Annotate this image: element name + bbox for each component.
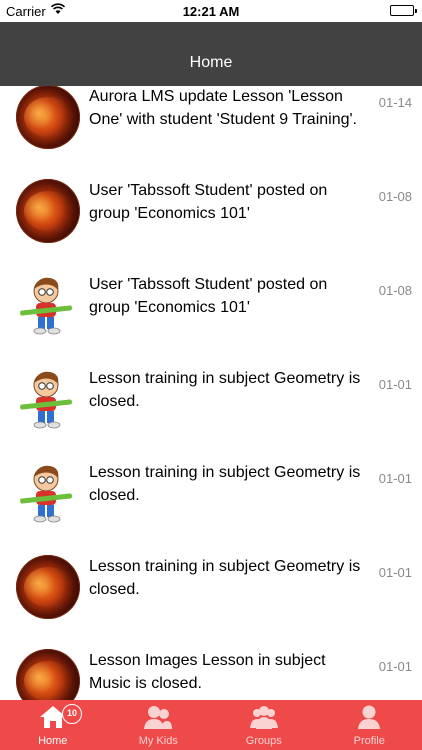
- feed-item-text: Lesson training in subject Geometry is c…: [89, 558, 361, 598]
- feed-item-date: 01-08: [378, 283, 412, 298]
- kid-avatar: [16, 461, 80, 525]
- tab-label: Home: [38, 735, 68, 747]
- tab-bar: 10 Home My Kids Groups Profile: [0, 700, 422, 750]
- tab-label: Profile: [353, 735, 385, 747]
- page-title: Home: [189, 54, 233, 71]
- kid-avatar: [16, 273, 80, 337]
- kids-icon: [143, 704, 173, 730]
- notification-badge: 10: [62, 704, 82, 724]
- tab-groups[interactable]: Groups: [211, 700, 317, 750]
- feed-item-date: 01-01: [378, 565, 412, 580]
- activity-feed[interactable]: Aurora LMS update Lesson 'Lesson One' wi…: [0, 86, 422, 700]
- feed-item-date: 01-01: [378, 659, 412, 674]
- feed-item-text: Lesson Images Lesson in subject Music is…: [89, 652, 326, 692]
- feed-item[interactable]: User 'Tabssoft Student' posted on group …: [0, 169, 422, 263]
- feed-item[interactable]: User 'Tabssoft Student' posted on group …: [0, 263, 422, 357]
- feed-item-text: Lesson training in subject Geometry is c…: [89, 370, 361, 410]
- feed-item[interactable]: Lesson Images Lesson in subject Music is…: [0, 639, 422, 700]
- feed-item-text: Lesson training in subject Geometry is c…: [89, 464, 361, 504]
- kid-avatar: [16, 367, 80, 431]
- status-bar: Carrier 12:21 AM: [0, 0, 422, 22]
- feed-item[interactable]: Lesson training in subject Geometry is c…: [0, 357, 422, 451]
- battery-icon: [390, 5, 417, 16]
- groups-icon: [249, 704, 279, 730]
- status-time: 12:21 AM: [182, 4, 240, 19]
- feed-item-date: 01-08: [378, 189, 412, 204]
- feed-item[interactable]: Lesson training in subject Geometry is c…: [0, 451, 422, 545]
- fire-avatar: [16, 555, 80, 619]
- tab-my-kids[interactable]: My Kids: [106, 700, 212, 750]
- tab-home[interactable]: 10 Home: [0, 700, 106, 750]
- tab-label: My Kids: [138, 735, 178, 747]
- fire-avatar: [16, 649, 80, 700]
- profile-icon: [354, 704, 384, 730]
- navigation-bar: Home: [0, 22, 422, 86]
- tab-profile[interactable]: Profile: [317, 700, 422, 750]
- feed-item-text: Aurora LMS update Lesson 'Lesson One' wi…: [89, 88, 357, 128]
- feed-item[interactable]: Aurora LMS update Lesson 'Lesson One' wi…: [0, 86, 422, 169]
- feed-item[interactable]: Lesson training in subject Geometry is c…: [0, 545, 422, 639]
- feed-item-text: User 'Tabssoft Student' posted on group …: [89, 276, 328, 316]
- feed-item-date: 01-01: [378, 471, 412, 486]
- tab-label: Groups: [245, 735, 282, 747]
- feed-item-date: 01-14: [378, 95, 412, 110]
- fire-avatar: [16, 86, 80, 149]
- fire-avatar: [16, 179, 80, 243]
- feed-item-date: 01-01: [378, 377, 412, 392]
- feed-item-text: User 'Tabssoft Student' posted on group …: [89, 182, 328, 222]
